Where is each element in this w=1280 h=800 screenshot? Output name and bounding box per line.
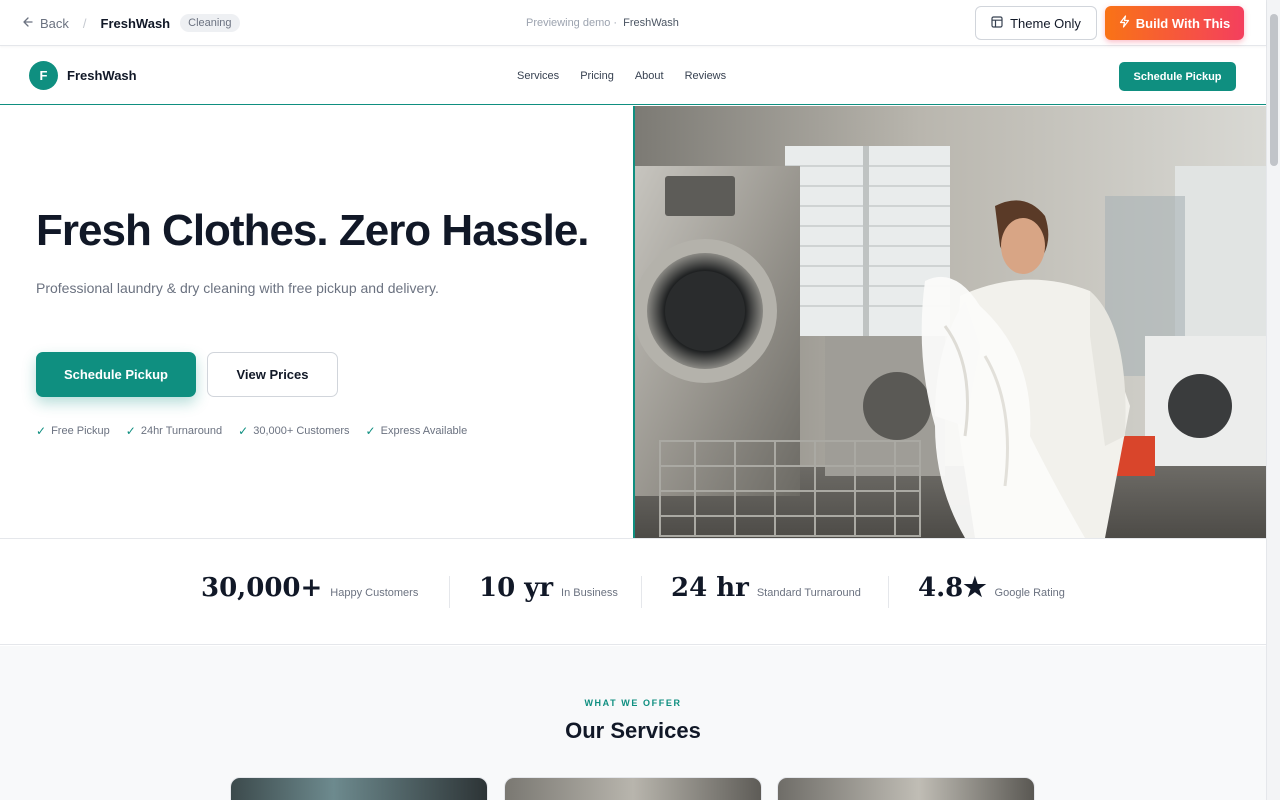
- preview-toolbar: Back / FreshWash Cleaning Previewing dem…: [0, 0, 1266, 46]
- category-badge: Cleaning: [180, 14, 240, 32]
- feature-item: ✓ Free Pickup: [36, 424, 110, 438]
- page-scrollbar[interactable]: [1266, 0, 1280, 800]
- feature-label: Free Pickup: [51, 425, 110, 437]
- site-header: F FreshWash Services Pricing About Revie…: [0, 48, 1266, 105]
- logo-text: FreshWash: [67, 68, 137, 83]
- breadcrumb-separator: /: [82, 15, 87, 31]
- site-logo[interactable]: F FreshWash: [29, 61, 137, 90]
- logo-mark: F: [29, 61, 58, 90]
- feature-item: ✓ 24hr Turnaround: [126, 424, 222, 438]
- stat-value: 30,000+: [201, 573, 323, 603]
- lightning-icon: [1119, 15, 1130, 31]
- stat-value: 24 hr: [671, 573, 749, 603]
- feature-item: ✓ Express Available: [366, 424, 468, 438]
- nav-link-about[interactable]: About: [635, 70, 664, 82]
- hero-title: Fresh Clothes. Zero Hassle.: [36, 206, 590, 255]
- nav-schedule-pickup-button[interactable]: Schedule Pickup: [1119, 62, 1236, 91]
- back-button[interactable]: Back: [22, 16, 69, 31]
- stat-divider: [888, 576, 889, 608]
- hero-section: Fresh Clothes. Zero Hassle. Professional…: [0, 106, 1266, 539]
- hero-subtitle: Professional laundry & dry cleaning with…: [36, 280, 439, 296]
- back-label: Back: [40, 15, 69, 31]
- service-card[interactable]: [504, 777, 762, 800]
- theme-only-label: Theme Only: [1010, 15, 1081, 31]
- services-section: WHAT WE OFFER Our Services: [0, 646, 1266, 800]
- feature-label: 24hr Turnaround: [140, 425, 223, 437]
- service-card[interactable]: [230, 777, 488, 800]
- hero-laundry-photo: [633, 106, 1266, 538]
- stat-turnaround: 24 hr Standard Turnaround: [671, 573, 861, 603]
- breadcrumb-brand: FreshWash: [100, 15, 171, 31]
- stat-years: 10 yr In Business: [479, 573, 618, 603]
- nav-link-reviews[interactable]: Reviews: [685, 70, 727, 82]
- check-icon: ✓: [365, 424, 376, 438]
- preview-status-prefix: Previewing demo ·: [526, 17, 618, 29]
- preview-toolbar-left: Back / FreshWash Cleaning: [22, 0, 240, 46]
- preview-status: Previewing demo · FreshWash: [526, 0, 679, 46]
- stat-value: 4.8★: [918, 573, 987, 603]
- build-with-this-button[interactable]: Build With This: [1105, 6, 1244, 40]
- services-title: Our Services: [565, 718, 701, 743]
- feature-label: 30,000+ Customers: [253, 425, 350, 437]
- stat-customers: 30,000+ Happy Customers: [201, 573, 418, 603]
- layout-icon: [991, 15, 1003, 31]
- feature-item: ✓ 30,000+ Customers: [238, 424, 349, 438]
- view-prices-button[interactable]: View Prices: [207, 352, 338, 397]
- hero-schedule-pickup-button[interactable]: Schedule Pickup: [36, 352, 196, 397]
- theme-only-button[interactable]: Theme Only: [975, 6, 1097, 40]
- stat-label: Google Rating: [994, 587, 1065, 599]
- stat-label: Happy Customers: [330, 587, 419, 599]
- service-card[interactable]: [777, 777, 1035, 800]
- hero-features: ✓ Free Pickup ✓ 24hr Turnaround ✓ 30,000+ C…: [36, 424, 467, 438]
- main-nav: Services Pricing About Reviews: [517, 48, 726, 104]
- preview-status-brand: FreshWash: [623, 17, 679, 29]
- stats-strip: 30,000+ Happy Customers 10 yr In Busines…: [0, 540, 1266, 645]
- check-icon: ✓: [36, 424, 47, 438]
- stat-label: Standard Turnaround: [756, 587, 861, 599]
- arrow-left-icon: [22, 16, 34, 31]
- scrollbar-thumb[interactable]: [1270, 14, 1278, 166]
- nav-link-services[interactable]: Services: [517, 70, 559, 82]
- check-icon: ✓: [125, 424, 136, 438]
- nav-link-pricing[interactable]: Pricing: [580, 70, 614, 82]
- stat-divider: [641, 576, 642, 608]
- build-with-this-label: Build With This: [1135, 15, 1231, 31]
- stat-divider: [449, 576, 450, 608]
- services-eyebrow: WHAT WE OFFER: [584, 698, 682, 708]
- stat-label: In Business: [561, 587, 618, 599]
- stat-rating: 4.8★ Google Rating: [918, 573, 1065, 603]
- preview-actions: Theme Only Build With This: [975, 6, 1244, 40]
- feature-label: Express Available: [380, 425, 468, 437]
- stat-value: 10 yr: [479, 573, 554, 603]
- check-icon: ✓: [238, 424, 249, 438]
